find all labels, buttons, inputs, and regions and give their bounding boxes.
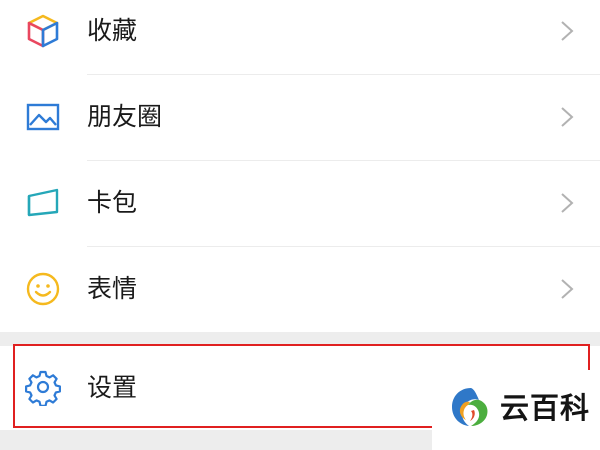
menu-item-label: 朋友圈 [87,102,163,131]
menu-group-main: 收藏 朋友圈 卡包 表情 [0,0,600,332]
menu-item-stickers[interactable]: 表情 [0,246,600,332]
menu-item-moments[interactable]: 朋友圈 [0,74,600,160]
chevron-right-icon [560,106,574,128]
menu-item-label: 收藏 [87,16,138,45]
watermark-text: 云百科 [500,391,591,425]
chevron-right-icon [560,278,574,300]
menu-item-card-wallet[interactable]: 卡包 [0,160,600,246]
smiley-icon [24,270,62,308]
moments-image-icon [24,98,62,136]
menu-item-label: 表情 [87,274,138,303]
watermark: 云百科 [432,370,600,450]
menu-item-label: 卡包 [87,188,138,217]
gear-icon [24,368,62,406]
menu-item-favorites[interactable]: 收藏 [0,0,600,74]
chevron-right-icon [560,192,574,214]
yunbaike-logo-icon [448,384,494,430]
card-wallet-icon [24,184,62,222]
favorites-cube-icon [24,12,62,50]
menu-item-label: 设置 [87,373,138,402]
chevron-right-icon [560,20,574,42]
